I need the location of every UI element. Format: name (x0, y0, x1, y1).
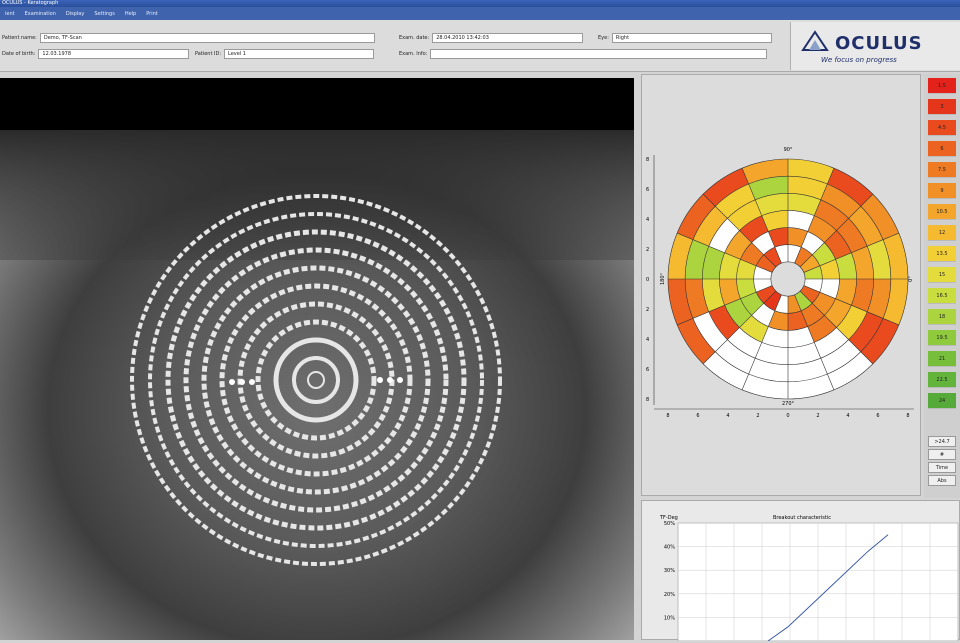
eye-image-panel[interactable] (0, 78, 634, 640)
label-90: 90° (784, 147, 793, 153)
scale-button[interactable]: # (928, 449, 956, 460)
scale-cell: 3 (928, 99, 956, 115)
label-0: 0° (908, 276, 914, 282)
scale-cell: 24 (928, 393, 956, 409)
x-tick-label: 8 (906, 413, 909, 419)
app-title: OCULUS - Keratograph (2, 0, 59, 6)
y-tick-label: 8 (646, 157, 649, 163)
x-tick-label: 0 (786, 413, 789, 419)
menu-item-display[interactable]: Display (61, 11, 89, 17)
x-tick-labels: 8 6 4 2 0 2 4 6 8 (666, 413, 909, 419)
exam-info-label: Exam. Info: (399, 51, 428, 57)
scale-cell: 13.5 (928, 246, 956, 262)
scale-cell: 15 (928, 267, 956, 283)
exam-date-input[interactable]: 28.04.2010 13:42:03 (432, 33, 584, 43)
logo-tagline: We focus on progress (821, 56, 897, 64)
patient-id-field: Patient ID: Level 1 (195, 49, 375, 59)
scale-cell: 22.5 (928, 372, 956, 388)
polar-grid (667, 158, 909, 400)
y-tick-label: 4 (646, 217, 649, 223)
scale-button[interactable]: Abs (928, 475, 956, 486)
patient-id-label: Patient ID: (195, 51, 222, 57)
polar-map: 90° 270° 180° 0° 8 6 4 2 0 2 4 6 8 8 6 4 2 0 2 4 6 8 (646, 147, 914, 419)
y-tick-label: 40% (664, 545, 675, 551)
dob-label: Date of birth: (2, 51, 36, 57)
x-tick-label: 6 (696, 413, 699, 419)
exam-date-label: Exam. date: (399, 35, 430, 41)
label-180: 180° (660, 272, 666, 285)
scale-cell: 16.5 (928, 288, 956, 304)
scale-cell: 10.5 (928, 204, 956, 220)
y-tick-label: 4 (646, 337, 649, 343)
exam-date-field: Exam. date: 28.04.2010 13:42:03 (399, 33, 584, 43)
chart-title: Breakout characteristic (773, 515, 831, 521)
x-tick-label: 2 (756, 413, 759, 419)
eye-field: Eye: Right (598, 33, 772, 43)
x-tick-label: 4 (846, 413, 849, 419)
exam-info-field: Exam. Info: (399, 49, 768, 59)
scale-cell: 12 (928, 225, 956, 241)
y-tick-label: 50% (664, 521, 675, 527)
oculus-logo-icon (801, 30, 829, 51)
patient-name-input[interactable]: Demo, TF-Scan (39, 33, 375, 43)
y-tick-label: 10% (664, 615, 675, 621)
y-tick-label: 6 (646, 187, 649, 193)
menu-bar: ient Examination Display Settings Help P… (0, 7, 960, 20)
y-tick-label: 20% (664, 592, 675, 598)
patient-name-label: Patient name: (2, 35, 37, 41)
color-scale: 1.5 3 4.5 6 7.5 9 10.5 12 13.5 15 16.5 18 19.5 21 22.5… (924, 74, 960, 498)
patient-name-field: Patient name: Demo, TF-Scan (2, 33, 375, 43)
y-tick-label: 2 (646, 247, 649, 253)
x-tick-label: 8 (666, 413, 669, 419)
scale-button[interactable]: >24.7 (928, 436, 956, 447)
breakup-chart-panel: Breakout characteristic TF-Deg 50% 40% 30%… (641, 500, 960, 642)
x-tick-label: 4 (726, 413, 729, 419)
y-tick-label: 0 (646, 277, 649, 283)
patient-id-input[interactable]: Level 1 (224, 49, 375, 59)
scale-cell: 21 (928, 351, 956, 367)
x-tick-label: 2 (816, 413, 819, 419)
menu-item-examination[interactable]: Examination (20, 11, 61, 17)
topography-map-panel[interactable]: 90° 270° 180° 0° 8 6 4 2 0 2 4 6 8 8 6 4 2 0 2 4 6 8 (641, 74, 921, 496)
oculus-logo: OCULUS We focus on progress (790, 22, 960, 70)
y-tick-label: 8 (646, 397, 649, 403)
x-tick-label: 6 (876, 413, 879, 419)
breakup-chart: Breakout characteristic TF-Deg 50%40%30%… (659, 515, 959, 642)
scale-cell: 18 (928, 309, 956, 325)
chart-y-ticks: 50% 40% 30% 20% 10% (664, 521, 675, 621)
y-tick-labels: 8 6 4 2 0 2 4 6 8 (646, 157, 649, 403)
title-bar: OCULUS - Keratograph (0, 0, 960, 7)
dob-input[interactable]: 12.03.1978 (38, 49, 190, 59)
polar-ring (770, 261, 806, 297)
eye-label: Eye: (598, 35, 609, 41)
menu-item-help[interactable]: Help (120, 11, 141, 17)
eye-input[interactable]: Right (611, 33, 772, 43)
dob-field: Date of birth: 12.03.1978 (2, 49, 190, 59)
scale-button[interactable]: Time (928, 462, 956, 473)
scale-cell: 4.5 (928, 120, 956, 136)
scale-cell: 9 (928, 183, 956, 199)
exam-info-input[interactable] (430, 49, 768, 59)
label-270: 270° (782, 401, 795, 407)
scale-cell: 1.5 (928, 78, 956, 94)
menu-item-settings[interactable]: Settings (89, 11, 120, 17)
y-tick-label: 6 (646, 367, 649, 373)
menu-item-patient[interactable]: ient (0, 11, 20, 17)
scale-cell: 7.5 (928, 162, 956, 178)
y-tick-label: 2 (646, 307, 649, 313)
logo-brand: OCULUS (835, 33, 923, 54)
placido-rings (130, 194, 502, 566)
y-tick-label: 30% (664, 568, 675, 574)
menu-item-print[interactable]: Print (141, 11, 163, 17)
scale-cell: 19.5 (928, 330, 956, 346)
scale-cell: 6 (928, 141, 956, 157)
